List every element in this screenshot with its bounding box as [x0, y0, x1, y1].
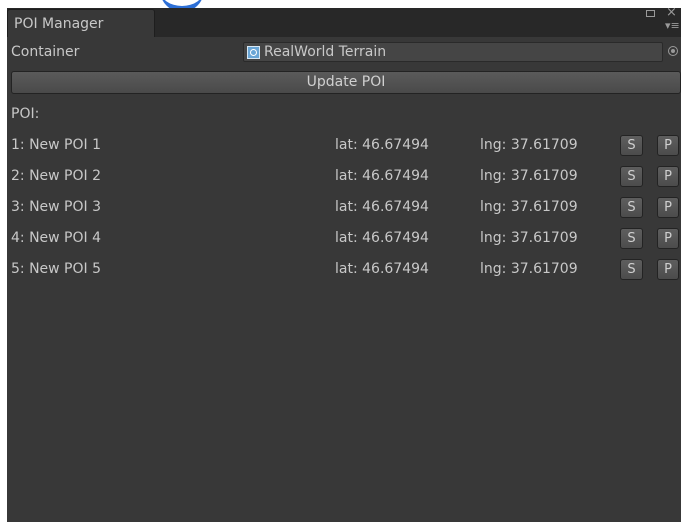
poi-name: 2: New POI 2 — [11, 168, 102, 184]
poi-name: 4: New POI 4 — [11, 230, 102, 246]
poi-name: 3: New POI 3 — [11, 199, 102, 215]
poi-lng: lng: 37.61709 — [480, 137, 578, 153]
poi-row: 1: New POI 1 lat: 46.67494 lng: 37.61709… — [7, 134, 681, 156]
select-poi-button[interactable]: S — [620, 135, 643, 156]
position-poi-button[interactable]: P — [657, 166, 679, 187]
top-strip — [0, 0, 681, 8]
poi-row: 3: New POI 3 lat: 46.67494 lng: 37.61709… — [7, 196, 681, 218]
poi-row: 2: New POI 2 lat: 46.67494 lng: 37.61709… — [7, 165, 681, 187]
poi-row: 5: New POI 5 lat: 46.67494 lng: 37.61709… — [7, 258, 681, 280]
poi-lng: lng: 37.61709 — [480, 199, 578, 215]
terrain-object-icon — [247, 45, 260, 59]
poi-lat: lat: 46.67494 — [335, 261, 429, 277]
container-value: RealWorld Terrain — [264, 44, 387, 60]
poi-lat: lat: 46.67494 — [335, 199, 429, 215]
poi-lng: lng: 37.61709 — [480, 230, 578, 246]
select-poi-button[interactable]: S — [620, 228, 643, 249]
container-label: Container — [11, 44, 80, 60]
position-poi-button[interactable]: P — [657, 259, 679, 280]
decorative-arc — [160, 0, 204, 8]
position-poi-button[interactable]: P — [657, 197, 679, 218]
close-icon[interactable]: × — [666, 6, 677, 19]
poi-lng: lng: 37.61709 — [480, 261, 578, 277]
poi-lng: lng: 37.61709 — [480, 168, 578, 184]
object-picker-icon[interactable] — [668, 46, 678, 56]
update-poi-button[interactable]: Update POI — [11, 71, 681, 94]
container-object-field[interactable]: RealWorld Terrain — [243, 42, 663, 62]
poi-header: POI: — [11, 106, 40, 122]
poi-row: 4: New POI 4 lat: 46.67494 lng: 37.61709… — [7, 227, 681, 249]
poi-name: 5: New POI 5 — [11, 261, 102, 277]
select-poi-button[interactable]: S — [620, 259, 643, 280]
position-poi-button[interactable]: P — [657, 135, 679, 156]
poi-lat: lat: 46.67494 — [335, 137, 429, 153]
menu-icon[interactable]: ▾≡ — [665, 20, 680, 31]
poi-manager-window: POI Manager × ▾≡ Container RealWorld Ter… — [7, 6, 681, 522]
position-poi-button[interactable]: P — [657, 228, 679, 249]
tab-poi-manager[interactable]: POI Manager — [7, 9, 155, 37]
select-poi-button[interactable]: S — [620, 197, 643, 218]
tab-bar: POI Manager × ▾≡ — [7, 6, 681, 37]
maximize-icon[interactable] — [646, 10, 655, 17]
poi-name: 1: New POI 1 — [11, 137, 102, 153]
poi-lat: lat: 46.67494 — [335, 168, 429, 184]
select-poi-button[interactable]: S — [620, 166, 643, 187]
poi-lat: lat: 46.67494 — [335, 230, 429, 246]
